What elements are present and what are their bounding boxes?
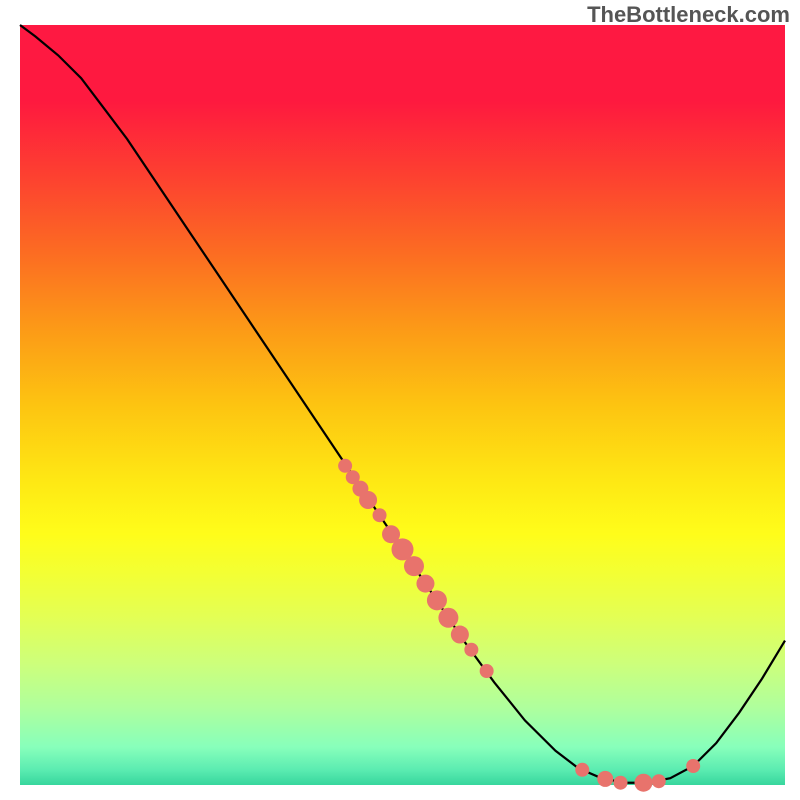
- scatter-point: [451, 626, 469, 644]
- scatter-point: [575, 763, 589, 777]
- scatter-point: [614, 776, 628, 790]
- plot-background: [20, 25, 785, 785]
- chart-svg: [0, 0, 800, 800]
- scatter-point: [416, 575, 434, 593]
- scatter-point: [438, 608, 458, 628]
- scatter-point: [634, 774, 652, 792]
- scatter-point: [480, 664, 494, 678]
- scatter-point: [359, 491, 377, 509]
- chart-container: TheBottleneck.com: [0, 0, 800, 800]
- scatter-point: [597, 771, 613, 787]
- scatter-point: [404, 556, 424, 576]
- scatter-point: [652, 774, 666, 788]
- scatter-point: [338, 459, 352, 473]
- attribution-label: TheBottleneck.com: [587, 2, 790, 28]
- scatter-point: [686, 759, 700, 773]
- scatter-point: [373, 508, 387, 522]
- scatter-point: [427, 590, 447, 610]
- scatter-point: [464, 643, 478, 657]
